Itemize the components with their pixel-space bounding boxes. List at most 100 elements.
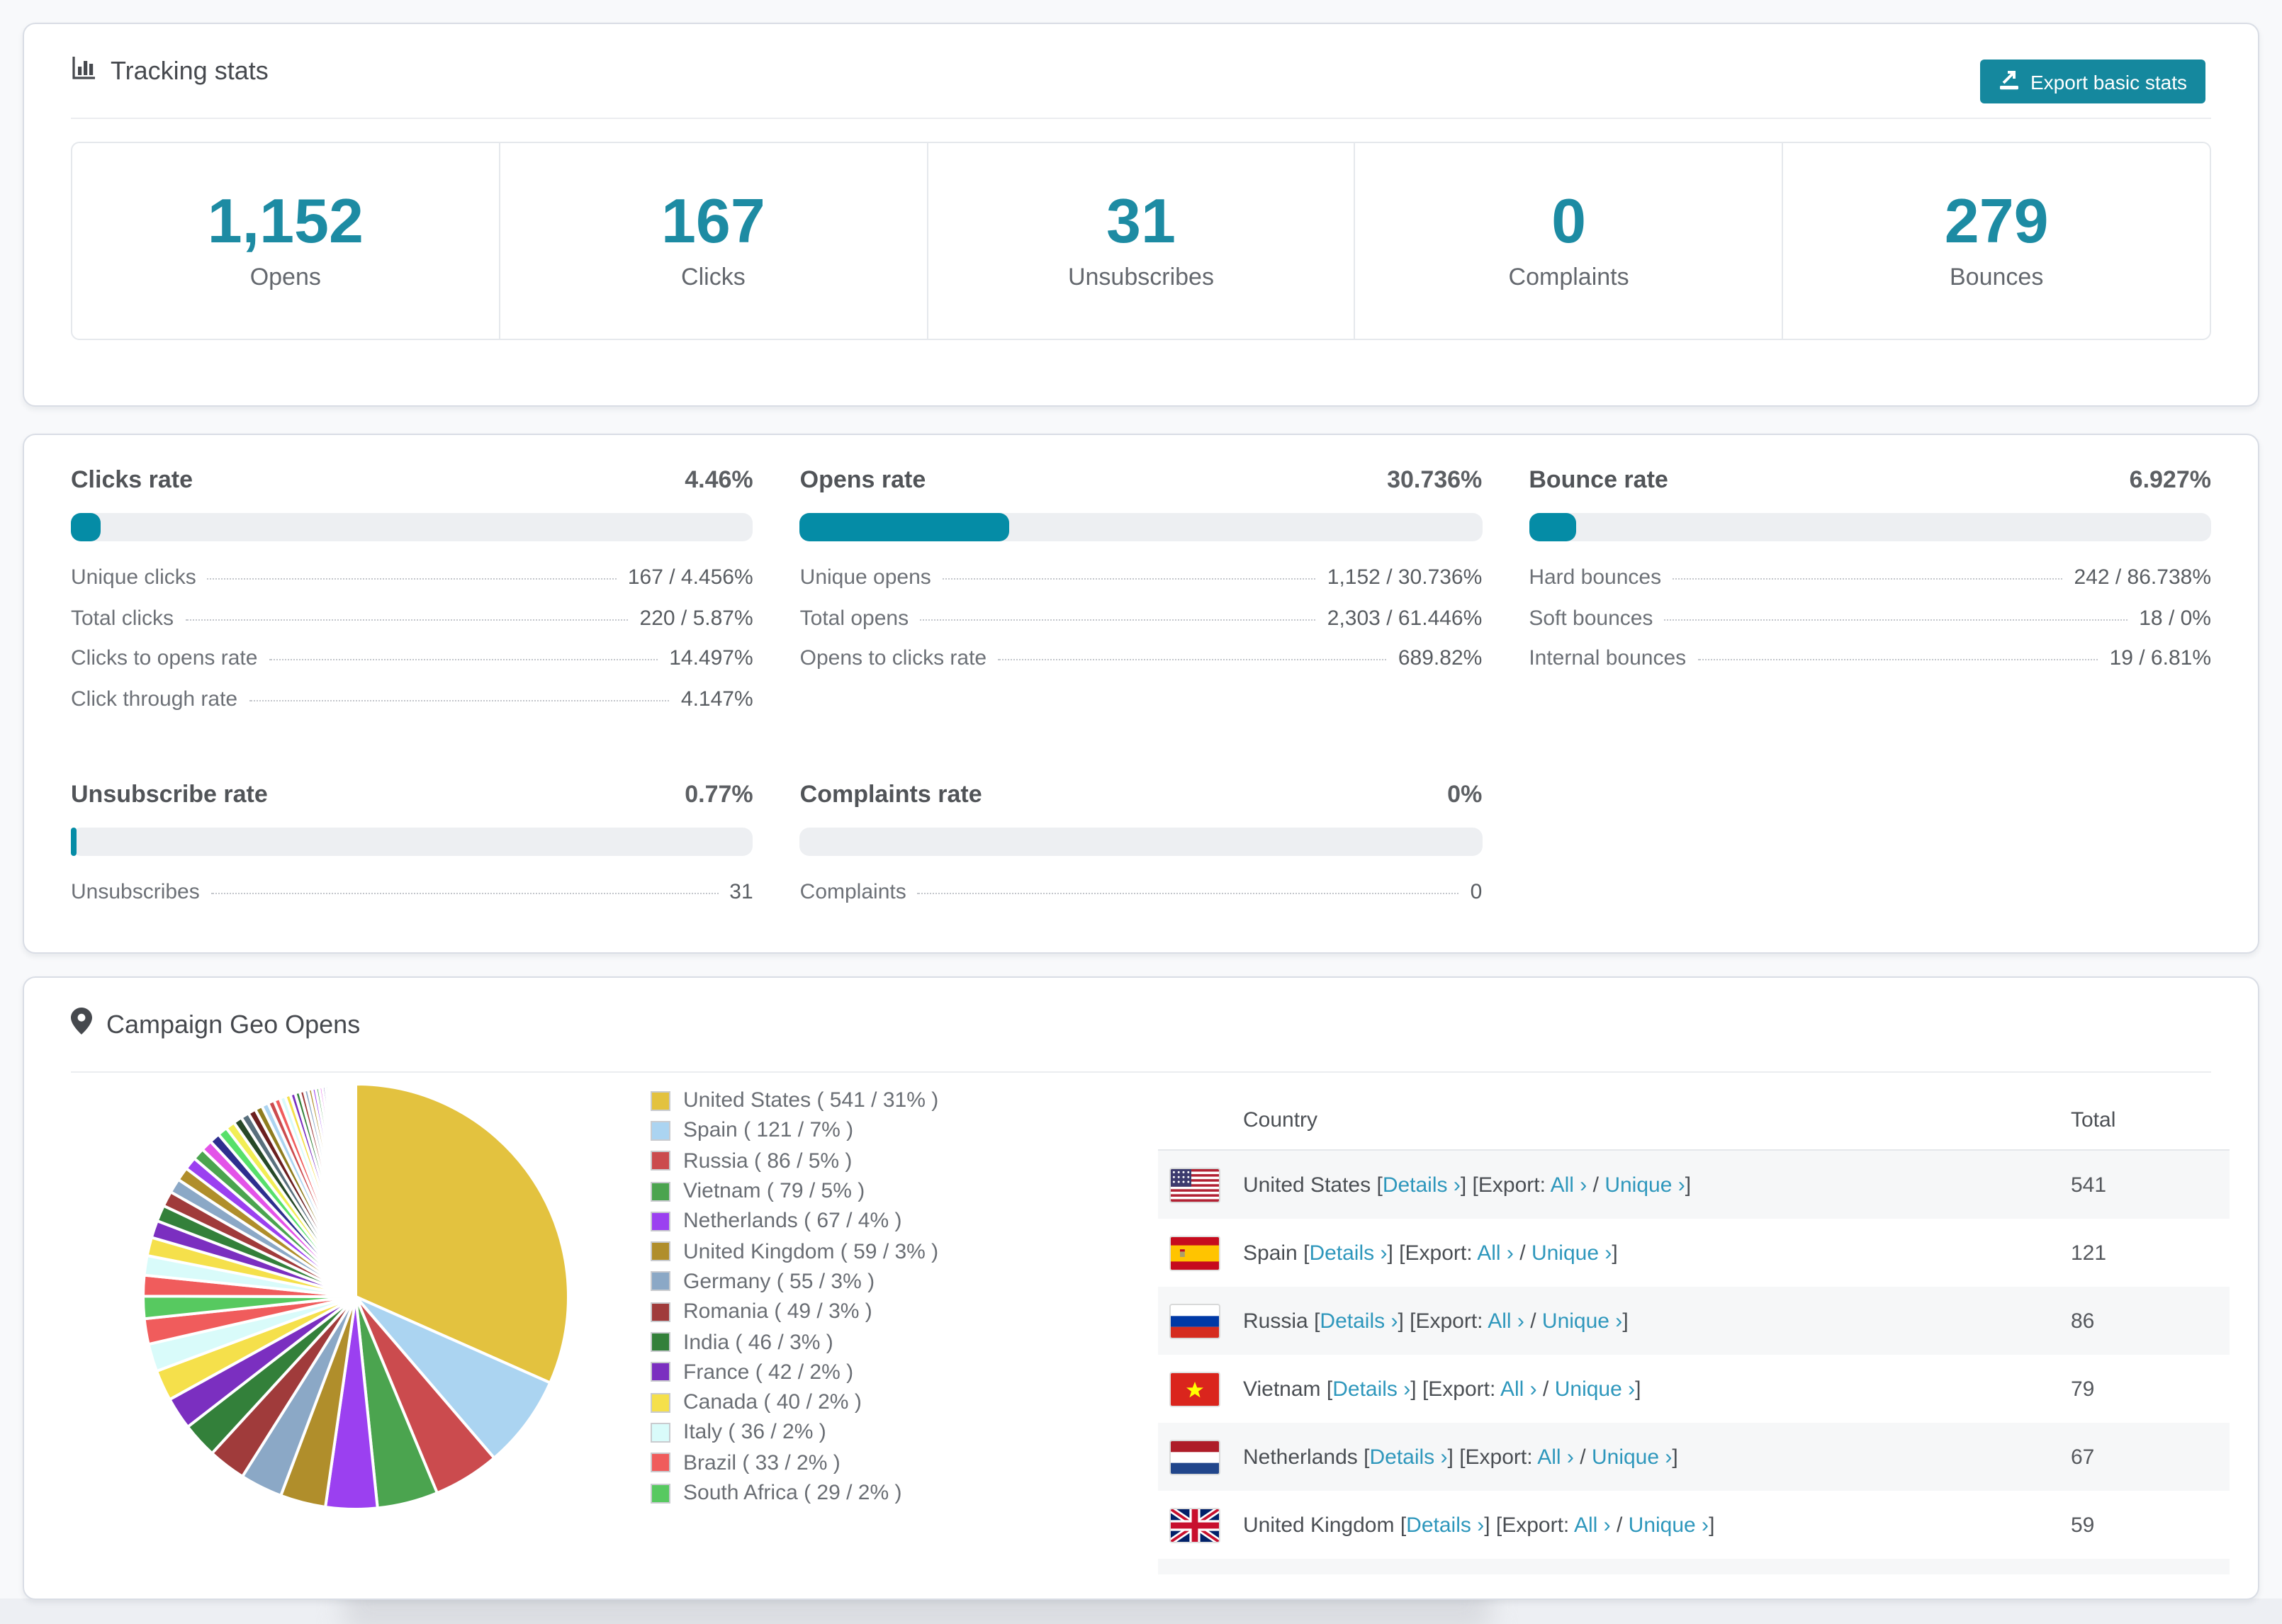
details-link[interactable]: Details › (1383, 1173, 1461, 1197)
export-all-link[interactable]: All › (1488, 1309, 1524, 1333)
legend-label: France ( 42 / 2% ) (683, 1360, 854, 1385)
stat-row: Unique opens 1,152 / 30.736% (800, 565, 1483, 606)
export-unique-link[interactable]: Unique › (1542, 1309, 1622, 1333)
export-all-link[interactable]: All › (1477, 1241, 1514, 1265)
legend-item-germany[interactable]: Germany ( 55 / 3% ) (651, 1267, 938, 1297)
opens-rate-block: Opens rate 30.736% Unique opens 1,152 / 3… (799, 466, 1483, 727)
export-unique-link[interactable]: Unique › (1629, 1513, 1709, 1537)
pie-slice[interactable] (353, 1082, 357, 1298)
export-all-link[interactable]: All › (1537, 1445, 1574, 1469)
legend-item-spain[interactable]: Spain ( 121 / 7% ) (651, 1116, 938, 1146)
export-prefix: Export: (1478, 1173, 1551, 1197)
country-flag (1158, 1439, 1229, 1474)
legend-label: Italy ( 36 / 2% ) (683, 1420, 826, 1445)
legend-swatch (651, 1332, 670, 1353)
bracket: ] (1635, 1377, 1641, 1401)
legend-item-russia[interactable]: Russia ( 86 / 5% ) (651, 1146, 938, 1176)
legend-item-romania[interactable]: Romania ( 49 / 3% ) (651, 1297, 938, 1327)
stat-bounces: 279 Bounces (1782, 143, 2210, 339)
legend-label: Romania ( 49 / 3% ) (683, 1299, 872, 1324)
bracket: ] (1672, 1445, 1678, 1469)
legend-label: United Kingdom ( 59 / 3% ) (683, 1239, 939, 1264)
stat-opens: 1,152 Opens (72, 143, 499, 339)
details-link[interactable]: Details › (1406, 1513, 1484, 1537)
country-cell: Spain [Details ›] [Export: All › / Uniqu… (1229, 1241, 2071, 1265)
row-value: 31 (729, 880, 753, 904)
bracket: [ (1303, 1241, 1310, 1265)
bracket: [ (1495, 1513, 1502, 1537)
export-all-link[interactable]: All › (1551, 1173, 1587, 1197)
clicks-label: Clicks (681, 263, 746, 290)
clicks-count: 167 (661, 186, 765, 256)
header-divider (71, 118, 2211, 119)
country-cell: Russia [Details ›] [Export: All › / Uniq… (1229, 1309, 2071, 1333)
country-cell: United Kingdom [Details ›] [Export: All … (1229, 1513, 2071, 1537)
dotted-leader (1697, 659, 2098, 660)
row-value: 0 (1470, 880, 1483, 904)
row-value: 167 / 4.456% (627, 565, 753, 590)
export-all-link[interactable]: All › (1500, 1377, 1537, 1401)
legend-item-netherlands[interactable]: Netherlands ( 67 / 4% ) (651, 1206, 938, 1236)
country-column-header: Country (1243, 1108, 1318, 1132)
export-all-link[interactable]: All › (1574, 1513, 1611, 1537)
dotted-leader (249, 699, 670, 701)
dotted-leader (210, 893, 719, 894)
legend-item-france[interactable]: France ( 42 / 2% ) (651, 1357, 938, 1387)
bracket: ] (1410, 1377, 1417, 1401)
export-prefix: Export: (1415, 1309, 1488, 1333)
legend-swatch (651, 1392, 670, 1413)
details-link[interactable]: Details › (1369, 1445, 1447, 1469)
geo-opens-pie-chart[interactable] (129, 1070, 583, 1523)
opens-label: Opens (249, 263, 321, 290)
legend-item-united-states[interactable]: United States ( 541 / 31% ) (651, 1086, 938, 1116)
country-name: Netherlands (1243, 1445, 1358, 1469)
stat-row: Unique clicks 167 / 4.456% (71, 565, 753, 606)
legend-item-united-kingdom[interactable]: United Kingdom ( 59 / 3% ) (651, 1236, 938, 1267)
export-unique-link[interactable]: Unique › (1531, 1241, 1612, 1265)
bracket: [ (1326, 1377, 1333, 1401)
row-label: Total opens (799, 606, 909, 630)
tracking-stats-title-text: Tracking stats (111, 56, 269, 84)
table-row: Vietnam [Details ›] [Export: All › / Uni… (1158, 1355, 2230, 1423)
unsubscribes-count: 31 (1106, 186, 1176, 256)
legend-item-vietnam[interactable]: Vietnam ( 79 / 5% ) (651, 1176, 938, 1207)
row-label: Soft bounces (1529, 606, 1653, 630)
export-basic-stats-button[interactable]: Export basic stats (1979, 60, 2205, 103)
legend-item-canada[interactable]: Canada ( 40 / 2% ) (651, 1387, 938, 1418)
legend-item-italy[interactable]: Italy ( 36 / 2% ) (651, 1418, 938, 1448)
unsubscribe-rate-title: Unsubscribe rate (71, 781, 268, 808)
export-unique-link[interactable]: Unique › (1555, 1377, 1635, 1401)
dotted-leader (269, 659, 658, 660)
details-link[interactable]: Details › (1332, 1377, 1410, 1401)
clicks-rate-title: Clicks rate (71, 466, 193, 493)
dotted-leader (185, 619, 629, 620)
legend-swatch (651, 1422, 670, 1443)
complaints-rate-value: 0% (1447, 781, 1483, 808)
stat-clicks: 167 Clicks (498, 143, 927, 339)
opens-rate-bar (799, 513, 1483, 541)
map-pin-icon (71, 1008, 92, 1042)
clicks-rate-bar (71, 513, 753, 541)
export-unique-link[interactable]: Unique › (1604, 1173, 1685, 1197)
total-cell: 121 (2071, 1241, 2107, 1265)
legend-item-brazil[interactable]: Brazil ( 33 / 2% ) (651, 1448, 938, 1478)
export-button-label: Export basic stats (2030, 70, 2187, 93)
bracket: [ (1422, 1377, 1429, 1401)
legend-label: Brazil ( 33 / 2% ) (683, 1450, 841, 1475)
country-flag (1158, 1507, 1229, 1543)
legend-item-south-africa[interactable]: South Africa ( 29 / 2% ) (651, 1478, 938, 1509)
row-label: Unique opens (799, 565, 931, 590)
legend-swatch (651, 1151, 670, 1171)
row-value: 242 / 86.738% (2074, 565, 2212, 590)
summary-stats-row: 1,152 Opens 167 Clicks 31 Unsubscribes 0… (71, 142, 2211, 340)
details-link[interactable]: Details › (1309, 1241, 1387, 1265)
bracket: ] (1484, 1513, 1490, 1537)
rates-grid: Clicks rate 4.46% Unique clicks 167 / 4.4… (24, 435, 2258, 920)
export-unique-link[interactable]: Unique › (1592, 1445, 1672, 1469)
legend-label: Netherlands ( 67 / 4% ) (683, 1209, 902, 1234)
row-label: Internal bounces (1529, 646, 1687, 670)
tracking-stats-card: Tracking stats Export basic stats 1,152 … (23, 23, 2259, 407)
bracket: ] (1685, 1173, 1692, 1197)
legend-item-india[interactable]: India ( 46 / 3% ) (651, 1327, 938, 1358)
details-link[interactable]: Details › (1320, 1309, 1398, 1333)
